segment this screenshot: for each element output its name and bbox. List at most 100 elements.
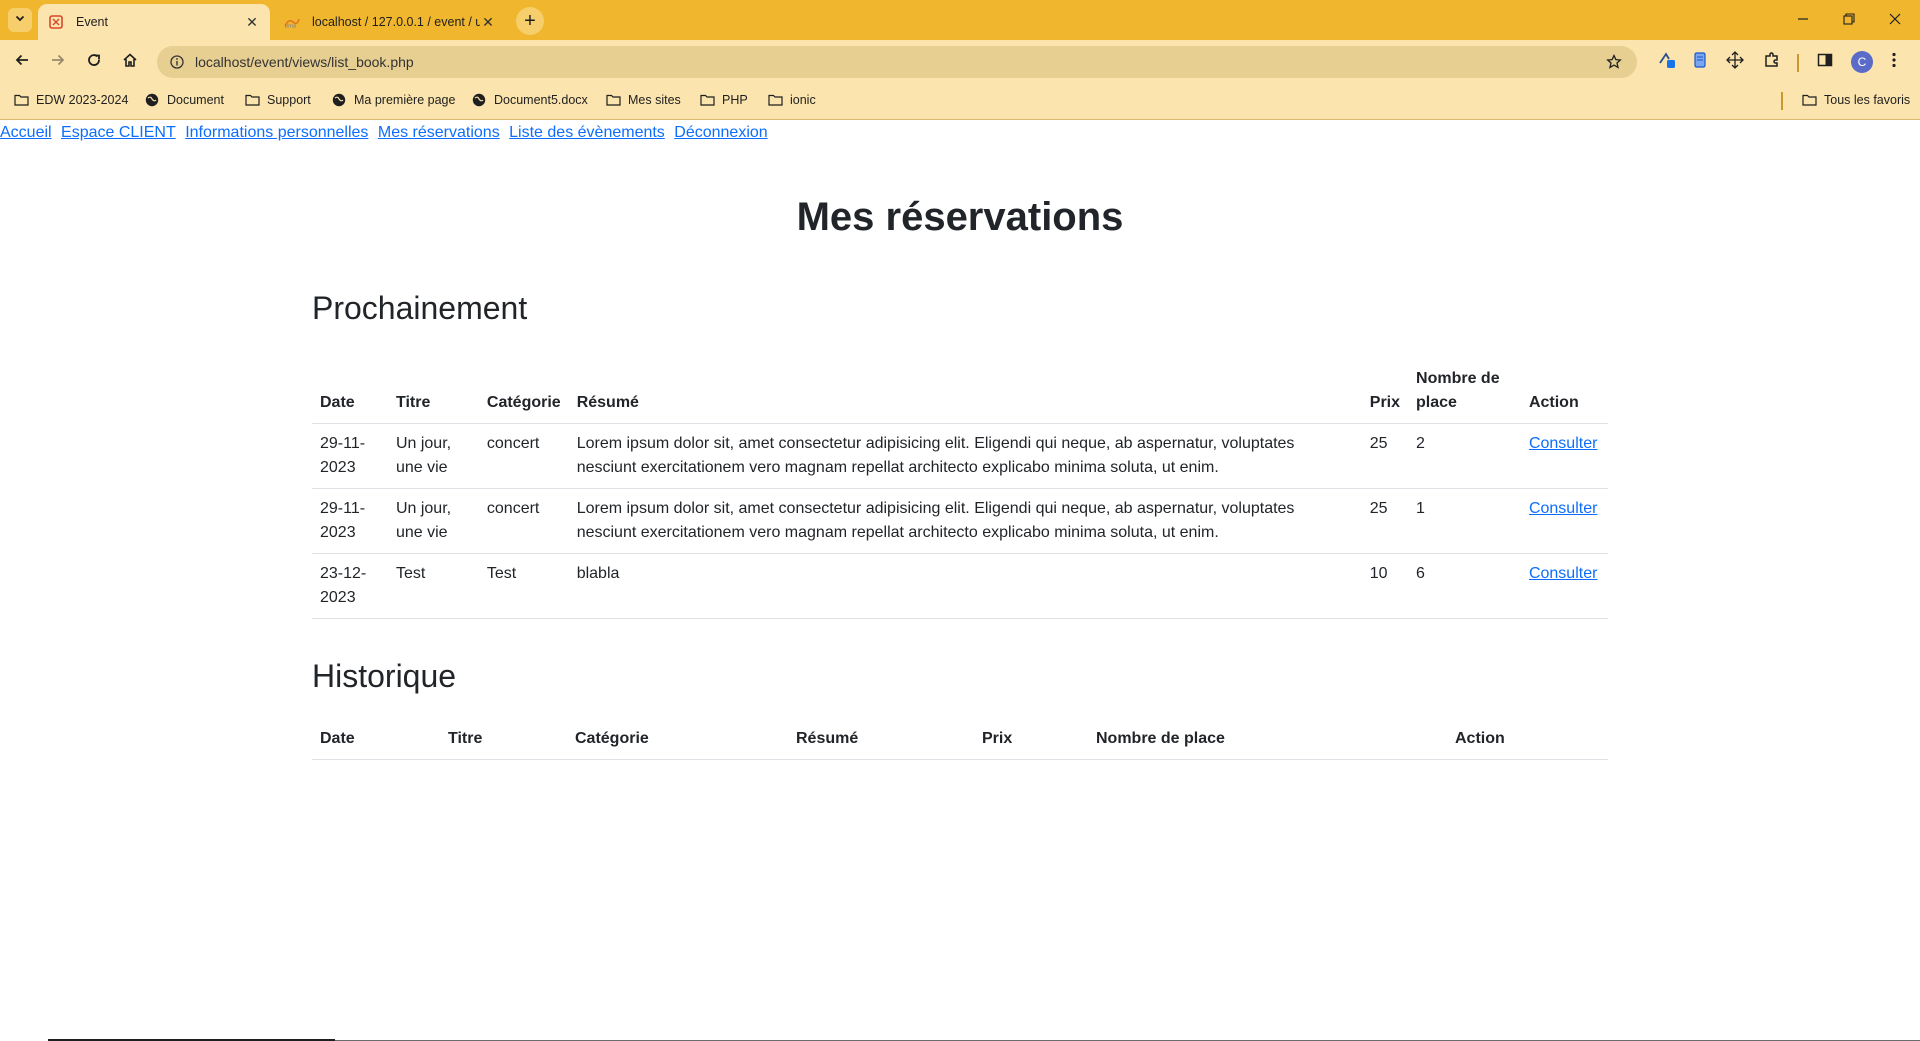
nav-link-accueil[interactable]: Accueil <box>0 124 52 141</box>
extension-button[interactable] <box>1723 50 1747 74</box>
globe-icon <box>471 92 487 108</box>
nav-link-espace-client[interactable]: Espace CLIENT <box>61 124 176 141</box>
folder-icon <box>699 92 715 108</box>
tab-search-button[interactable] <box>8 8 32 32</box>
nav-link-mes-reservations[interactable]: Mes réservations <box>378 124 500 141</box>
cloud-extension-icon <box>1658 50 1678 75</box>
table-row: 29-11-2023 Un jour, une vie concert Lore… <box>312 488 1608 554</box>
section-title-history: Historique <box>312 658 457 694</box>
column-header-action: Action <box>1447 719 1608 760</box>
column-header-price: Prix <box>1361 359 1409 424</box>
side-panel-button[interactable] <box>1813 50 1837 74</box>
chevron-down-icon <box>14 11 26 29</box>
cell-action: Consulter <box>1520 488 1608 554</box>
nav-link-deconnexion[interactable]: Déconnexion <box>674 124 767 141</box>
all-bookmarks-button[interactable]: Tous les favoris <box>1801 84 1910 116</box>
back-button[interactable] <box>8 48 36 76</box>
cell-date: 29-11-2023 <box>312 423 388 489</box>
bookmark-ma-premiere-page[interactable]: Ma première page <box>331 84 455 116</box>
column-header-summary: Résumé <box>788 719 974 760</box>
close-icon[interactable]: ✕ <box>244 14 260 30</box>
page-title: Mes réservations <box>796 195 1124 239</box>
side-panel-icon <box>1817 52 1833 73</box>
extension-button[interactable] <box>1656 50 1680 74</box>
folder-icon <box>244 92 260 108</box>
tab-event[interactable]: Event ✕ <box>38 4 270 40</box>
bookmark-php[interactable]: PHP <box>699 84 748 116</box>
home-button[interactable] <box>116 48 144 76</box>
consulter-link[interactable]: Consulter <box>1529 565 1597 582</box>
table-row: 29-11-2023 Un jour, une vie concert Lore… <box>312 423 1608 489</box>
folder-icon <box>605 92 621 108</box>
nav-link-liste-evenements[interactable]: Liste des évènements <box>509 124 665 141</box>
bookmark-label: ionic <box>790 93 816 107</box>
cell-date: 29-11-2023 <box>312 488 388 554</box>
close-icon[interactable]: ✕ <box>480 14 496 30</box>
folder-icon <box>767 92 783 108</box>
globe-icon <box>144 92 160 108</box>
browser-toolbar: localhost/event/views/list_book.php C <box>0 40 1920 84</box>
history-bookings-table: Date Titre Catégorie Résumé Prix Nombre … <box>312 719 1608 760</box>
cell-places: 6 <box>1408 553 1521 619</box>
bookmarks-divider <box>1781 92 1783 110</box>
table-row: 23-12-2023 Test Test blabla 10 6 Consult… <box>312 553 1608 619</box>
svg-text:pma: pma <box>285 24 296 29</box>
reload-icon <box>86 52 102 73</box>
cell-places: 1 <box>1408 488 1521 554</box>
column-header-action: Action <box>1520 359 1608 424</box>
bookmark-star-icon[interactable] <box>1605 53 1623 71</box>
tab-phpmyadmin[interactable]: pma localhost / 127.0.0.1 / event / u ✕ <box>274 4 506 40</box>
bookmark-support[interactable]: Support <box>244 84 311 116</box>
column-header-price: Prix <box>974 719 1088 760</box>
close-window-button[interactable] <box>1872 0 1918 40</box>
address-bar[interactable]: localhost/event/views/list_book.php <box>157 46 1637 78</box>
cell-category: Test <box>478 553 569 619</box>
extensions-menu-button[interactable] <box>1760 50 1784 74</box>
more-vertical-icon <box>1892 52 1896 73</box>
bookmark-ionic[interactable]: ionic <box>767 84 816 116</box>
cell-price: 25 <box>1361 423 1409 489</box>
reload-button[interactable] <box>80 48 108 76</box>
consulter-link[interactable]: Consulter <box>1529 500 1597 517</box>
column-header-places: Nombre de place <box>1408 359 1521 424</box>
cell-title: Test <box>387 553 479 619</box>
site-nav: Accueil Espace CLIENT Informations perso… <box>0 124 773 142</box>
puzzle-icon <box>1763 51 1781 74</box>
restore-button[interactable] <box>1826 0 1872 40</box>
bookmark-label: Document <box>167 93 224 107</box>
close-icon <box>1889 12 1901 28</box>
cell-action: Consulter <box>1520 553 1608 619</box>
bookmark-label: PHP <box>722 93 748 107</box>
nav-link-informations-personnelles[interactable]: Informations personnelles <box>185 124 368 141</box>
cell-price: 25 <box>1361 488 1409 554</box>
cell-summary: Lorem ipsum dolor sit, amet consectetur … <box>568 488 1362 554</box>
toolbar-divider <box>1797 54 1799 72</box>
profile-avatar[interactable]: C <box>1851 51 1873 73</box>
arrow-left-icon <box>14 52 30 73</box>
cell-category: concert <box>478 488 569 554</box>
minimize-button[interactable] <box>1780 0 1826 40</box>
cell-category: concert <box>478 423 569 489</box>
new-tab-button[interactable]: + <box>516 7 544 35</box>
bookmark-document[interactable]: Document <box>144 84 224 116</box>
bookmark-edw[interactable]: EDW 2023-2024 <box>13 84 128 116</box>
folder-icon <box>13 92 29 108</box>
extension-button[interactable] <box>1688 50 1712 74</box>
bookmark-label: Document5.docx <box>494 93 588 107</box>
bookmark-document5[interactable]: Document5.docx <box>471 84 588 116</box>
url-text: localhost/event/views/list_book.php <box>195 54 414 70</box>
folder-icon <box>1801 92 1817 108</box>
cell-action: Consulter <box>1520 423 1608 489</box>
phpmyadmin-favicon-icon: pma <box>284 14 300 30</box>
site-info-icon[interactable] <box>169 54 185 70</box>
bookmark-mes-sites[interactable]: Mes sites <box>605 84 681 116</box>
browser-menu-button[interactable] <box>1882 50 1906 74</box>
column-header-summary: Résumé <box>568 359 1362 424</box>
tab-strip: Event ✕ pma localhost / 127.0.0.1 / even… <box>0 0 1920 40</box>
forward-button[interactable] <box>44 48 72 76</box>
home-icon <box>122 52 138 73</box>
table-header-row: Date Titre Catégorie Résumé Prix Nombre … <box>312 359 1608 424</box>
column-header-title: Titre <box>440 719 567 760</box>
web-page: Accueil Espace CLIENT Informations perso… <box>0 121 1920 1041</box>
consulter-link[interactable]: Consulter <box>1529 435 1597 452</box>
